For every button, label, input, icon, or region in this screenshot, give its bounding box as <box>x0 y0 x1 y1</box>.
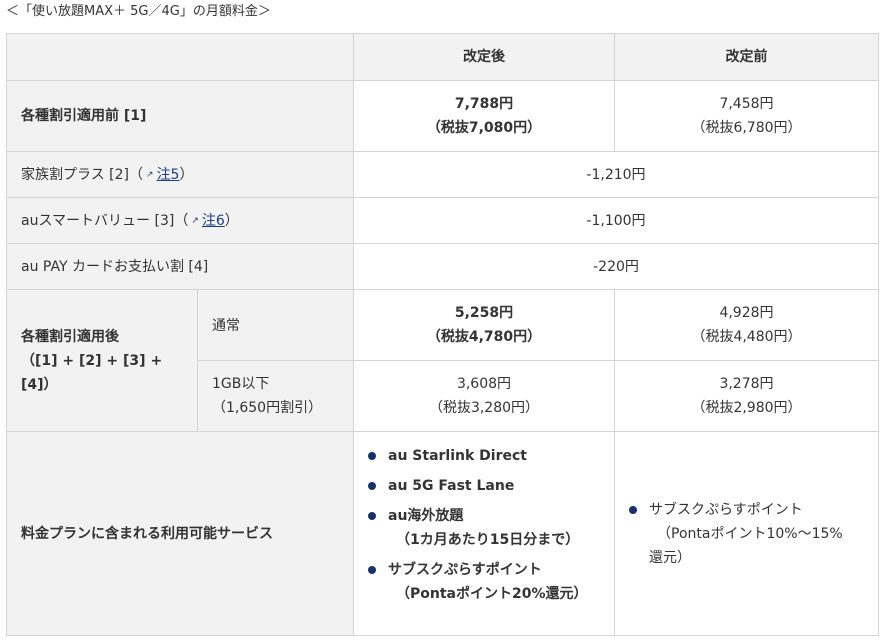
list-item: サブスクぷらすポイント （Pontaポイント20%還元） <box>354 558 614 606</box>
service-line1: au海外放題 <box>388 508 464 524</box>
service-line1: サブスクぷらすポイント <box>649 501 803 518</box>
post-discount-label-line2: （[1] + [2] + [3] + <box>21 352 163 369</box>
under1gb-after-tax: （税抜3,280円） <box>428 400 540 416</box>
pre-discount-label: 各種割引適用前 [1] <box>6 80 354 152</box>
under1gb-label-line1: 1GB以下 <box>212 376 270 392</box>
header-after: 改定後 <box>353 33 615 81</box>
under1gb-after-price: 3,608円 <box>456 376 512 392</box>
services-before-list: サブスクぷらすポイント （Pontaポイント10%～15% 還元） <box>615 498 878 570</box>
pre-discount-before-tax: （税抜6,780円） <box>691 120 802 136</box>
bullet-icon <box>368 482 376 490</box>
list-item: au Starlink Direct <box>354 444 614 468</box>
post-discount-label-line3: [4]） <box>21 376 58 393</box>
family-label-close: ） <box>179 166 194 183</box>
table-caption: ＜「使い放題MAX＋ 5G／4G」の月額料金＞ <box>6 4 271 19</box>
service-line1: au 5G Fast Lane <box>388 478 515 494</box>
service-line1: au Starlink Direct <box>388 448 527 464</box>
family-label: 家族割プラス [2]（ ↗ 注5） <box>6 151 354 198</box>
pre-discount-after: 7,788円 （税抜7,080円） <box>353 80 615 152</box>
normal-after-tax: （税抜4,780円） <box>426 329 542 345</box>
normal-before-tax: （税抜4,480円） <box>691 329 802 345</box>
post-discount-label: 各種割引適用後 （[1] + [2] + [3] + [4]） <box>6 289 198 432</box>
normal-before-price: 4,928円 <box>719 305 774 321</box>
paycard-label: au PAY カードお支払い割 [4] <box>6 243 354 290</box>
row-services: 料金プランに含まれる利用可能サービス au Starlink Direct au… <box>6 431 879 636</box>
list-item: au海外放題 （1カ月あたり15日分まで） <box>354 504 614 552</box>
note5-link[interactable]: 注5 <box>157 167 180 183</box>
under1gb-before: 3,278円 （税抜2,980円） <box>614 360 879 432</box>
family-label-text: 家族割プラス [2]（ <box>21 166 144 183</box>
family-value: -1,210円 <box>353 151 879 198</box>
row-pre-discount: 各種割引適用前 [1] 7,788円 （税抜7,080円） 7,458円 （税抜… <box>6 80 879 152</box>
bullet-icon <box>368 512 376 520</box>
service-line3: 還元） <box>649 549 691 566</box>
normal-after: 5,258円 （税抜4,780円） <box>353 289 615 361</box>
note6-link[interactable]: 注6 <box>202 213 225 229</box>
service-line2: （Pontaポイント20%還元） <box>396 586 588 602</box>
bullet-icon <box>368 566 376 574</box>
smart-label: auスマートバリュー [3]（ ↗ 注6） <box>6 197 354 244</box>
normal-before: 4,928円 （税抜4,480円） <box>614 289 879 361</box>
row-smart-value: auスマートバリュー [3]（ ↗ 注6） -1,100円 <box>6 197 879 244</box>
under1gb-after: 3,608円 （税抜3,280円） <box>353 360 615 432</box>
under1gb-label-line2: （1,650円割引） <box>212 400 323 416</box>
service-line2: （1カ月あたり15日分まで） <box>396 532 580 548</box>
row-paycard: au PAY カードお支払い割 [4] -220円 <box>6 243 879 290</box>
pre-discount-after-tax: （税抜7,080円） <box>426 120 542 136</box>
header-row: 改定後 改定前 <box>6 33 879 81</box>
row-family: 家族割プラス [2]（ ↗ 注5） -1,210円 <box>6 151 879 198</box>
services-after-list: au Starlink Direct au 5G Fast Lane au海外放… <box>354 444 614 606</box>
under1gb-label: 1GB以下 （1,650円割引） <box>197 360 354 432</box>
bullet-icon <box>368 452 376 460</box>
external-link-icon: ↗ <box>146 169 154 180</box>
list-item: サブスクぷらすポイント （Pontaポイント10%～15% 還元） <box>615 498 878 570</box>
header-before: 改定前 <box>614 33 879 81</box>
smart-label-text: auスマートバリュー [3]（ <box>21 212 189 229</box>
normal-after-price: 5,258円 <box>454 305 514 321</box>
services-before: サブスクぷらすポイント （Pontaポイント10%～15% 還元） <box>614 431 879 636</box>
pre-discount-before: 7,458円 （税抜6,780円） <box>614 80 879 152</box>
post-discount-label-line1: 各種割引適用後 <box>21 328 119 345</box>
list-item: au 5G Fast Lane <box>354 474 614 498</box>
external-link-icon: ↗ <box>191 215 199 226</box>
pre-discount-after-price: 7,788円 <box>454 96 514 112</box>
paycard-value: -220円 <box>353 243 879 290</box>
price-table: 改定後 改定前 各種割引適用前 [1] 7,788円 （税抜7,080円） 7,… <box>6 33 879 636</box>
services-label: 料金プランに含まれる利用可能サービス <box>6 431 354 636</box>
smart-label-close: ） <box>224 212 239 229</box>
header-empty-cell <box>6 33 354 81</box>
under1gb-before-price: 3,278円 <box>719 376 774 392</box>
services-after: au Starlink Direct au 5G Fast Lane au海外放… <box>353 431 615 636</box>
bullet-icon <box>629 505 637 514</box>
service-line1: サブスクぷらすポイント <box>388 562 542 578</box>
normal-label: 通常 <box>197 289 354 361</box>
pre-discount-before-price: 7,458円 <box>719 96 774 112</box>
service-line2: （Pontaポイント10%～15% <box>657 525 843 542</box>
smart-value: -1,100円 <box>353 197 879 244</box>
row-post-normal: 各種割引適用後 （[1] + [2] + [3] + [4]） 通常 5,258… <box>6 289 879 432</box>
under1gb-before-tax: （税抜2,980円） <box>691 400 802 416</box>
